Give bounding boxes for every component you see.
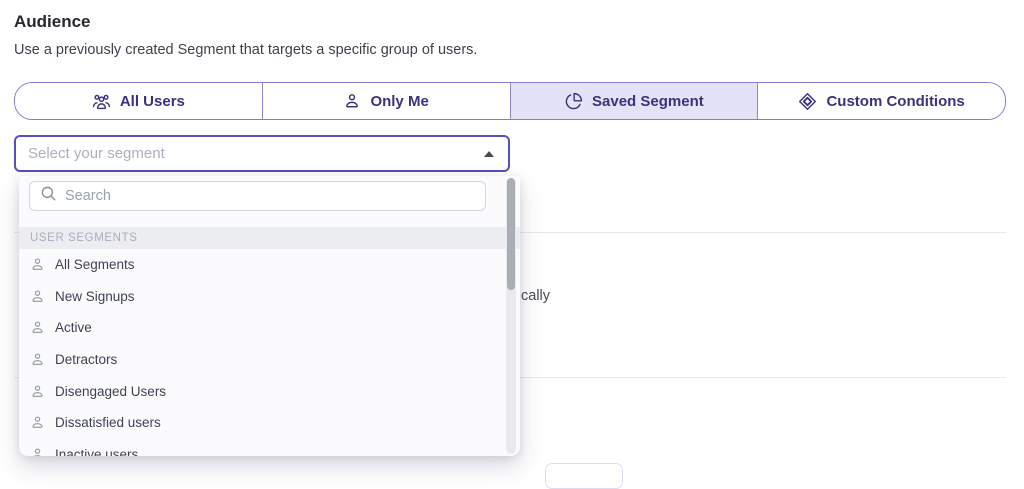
segment-search-box (29, 181, 486, 211)
caret-up-icon (484, 151, 494, 157)
person-icon (343, 92, 361, 110)
dropdown-scrollbar-thumb[interactable] (507, 178, 515, 290)
segment-option-label: Active (55, 320, 92, 335)
segment-option-all-segments[interactable]: All Segments (19, 249, 506, 281)
segment-list: All Segments New Signups Active Detracto… (19, 249, 506, 456)
person-icon (30, 352, 45, 367)
partial-text: cally (521, 288, 550, 304)
audience-tabbar: All Users Only Me Saved Segment Custom C… (14, 82, 1006, 120)
person-icon (30, 289, 45, 304)
tab-label: Only Me (370, 93, 428, 110)
person-icon (30, 257, 45, 272)
segment-select[interactable]: Select your segment (14, 135, 510, 172)
users-group-icon (92, 92, 111, 111)
segment-option-disengaged-users[interactable]: Disengaged Users (19, 375, 506, 407)
page-description: Use a previously created Segment that ta… (14, 42, 477, 58)
pie-chart-icon (564, 92, 583, 111)
tab-custom-conditions[interactable]: Custom Conditions (757, 83, 1005, 119)
segment-option-inactive-users[interactable]: Inactive users (19, 439, 506, 456)
segment-dropdown-panel: USER SEGMENTS All Segments New Signups A… (19, 176, 520, 456)
segment-select-placeholder: Select your segment (28, 145, 165, 162)
segment-option-label: All Segments (55, 257, 135, 272)
diamond-icon (798, 92, 817, 111)
segment-option-active[interactable]: Active (19, 312, 506, 344)
tab-label: Saved Segment (592, 93, 704, 110)
segment-option-new-signups[interactable]: New Signups (19, 281, 506, 313)
segment-option-dissatisfied-users[interactable]: Dissatisfied users (19, 407, 506, 439)
search-icon (40, 185, 57, 207)
tab-saved-segment[interactable]: Saved Segment (510, 83, 758, 119)
tab-label: All Users (120, 93, 185, 110)
segment-search-input[interactable] (65, 188, 475, 204)
page-title: Audience (14, 12, 91, 32)
tab-all-users[interactable]: All Users (15, 83, 262, 119)
segment-option-label: Detractors (55, 352, 117, 367)
segment-option-label: Disengaged Users (55, 384, 166, 399)
segment-group-header: USER SEGMENTS (19, 227, 520, 249)
partial-button[interactable] (545, 463, 623, 489)
person-icon (30, 384, 45, 399)
segment-option-detractors[interactable]: Detractors (19, 344, 506, 376)
segment-option-label: Inactive users (55, 447, 138, 456)
person-icon (30, 447, 45, 456)
person-icon (30, 415, 45, 430)
segment-option-label: New Signups (55, 289, 135, 304)
tab-label: Custom Conditions (826, 93, 964, 110)
segment-option-label: Dissatisfied users (55, 415, 161, 430)
person-icon (30, 320, 45, 335)
tab-only-me[interactable]: Only Me (262, 83, 510, 119)
